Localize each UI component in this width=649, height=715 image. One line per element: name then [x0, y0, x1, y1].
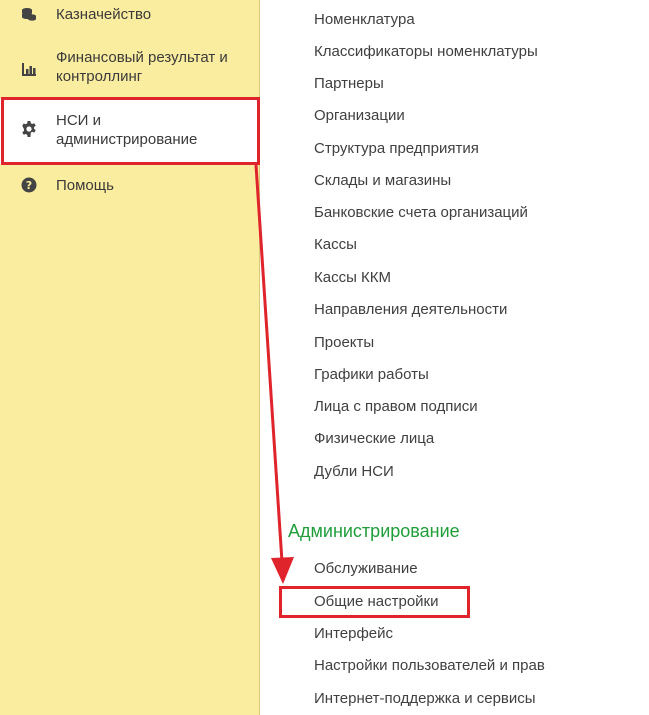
sidebar-item-help[interactable]: ? Помощь — [0, 172, 258, 200]
nsi-link[interactable]: Дубли НСИ — [314, 463, 394, 481]
sidebar-item-label: НСИ и администрирование — [56, 112, 198, 148]
coins-icon — [20, 5, 38, 23]
nsi-link[interactable]: Проекты — [314, 334, 374, 352]
nsi-link[interactable]: Лица с правом подписи — [314, 398, 478, 416]
sidebar: Казначейство Финансовый результат и конт… — [0, 0, 260, 715]
nsi-link[interactable]: Кассы ККМ — [314, 269, 391, 287]
nsi-link[interactable]: Структура предприятия — [314, 140, 479, 158]
nsi-link[interactable]: Классификаторы номенклатуры — [314, 43, 538, 61]
sidebar-item-label: Казначейство — [56, 6, 152, 23]
sidebar-item-financial-result[interactable]: Финансовый результат и контроллинг — [0, 44, 258, 92]
admin-section-title: Администрирование — [288, 521, 460, 541]
admin-link[interactable]: Обслуживание — [314, 560, 418, 578]
nsi-link[interactable]: Номенклатура — [314, 11, 415, 29]
sidebar-item-nsi-admin[interactable]: НСИ и администрирование — [0, 99, 258, 164]
bar-chart-icon — [20, 60, 38, 78]
nsi-link[interactable]: Направления деятельности — [314, 301, 507, 319]
nsi-link[interactable]: Банковские счета организаций — [314, 204, 528, 222]
gear-icon — [20, 120, 38, 138]
nsi-link[interactable]: Организации — [314, 107, 405, 125]
admin-link-general-settings[interactable]: Общие настройки — [314, 593, 439, 611]
nsi-link[interactable]: Физические лица — [314, 430, 434, 448]
svg-text:?: ? — [26, 179, 32, 192]
nsi-link[interactable]: Склады и магазины — [314, 172, 451, 190]
sidebar-item-treasury[interactable]: Казначейство — [0, 0, 258, 34]
help-icon: ? — [20, 176, 38, 194]
main-content: Номенклатура Классификаторы номенклатуры… — [261, 0, 649, 715]
nsi-link[interactable]: Партнеры — [314, 75, 384, 93]
nsi-link[interactable]: Графики работы — [314, 366, 429, 384]
sidebar-item-label: Помощь — [56, 177, 114, 194]
sidebar-item-label: Финансовый результат и контроллинг — [56, 49, 228, 85]
admin-link[interactable]: Интернет-поддержка и сервисы — [314, 690, 536, 708]
admin-link[interactable]: Настройки пользователей и прав — [314, 657, 545, 675]
nsi-link[interactable]: Кассы — [314, 236, 357, 254]
admin-link[interactable]: Интерфейс — [314, 625, 393, 643]
